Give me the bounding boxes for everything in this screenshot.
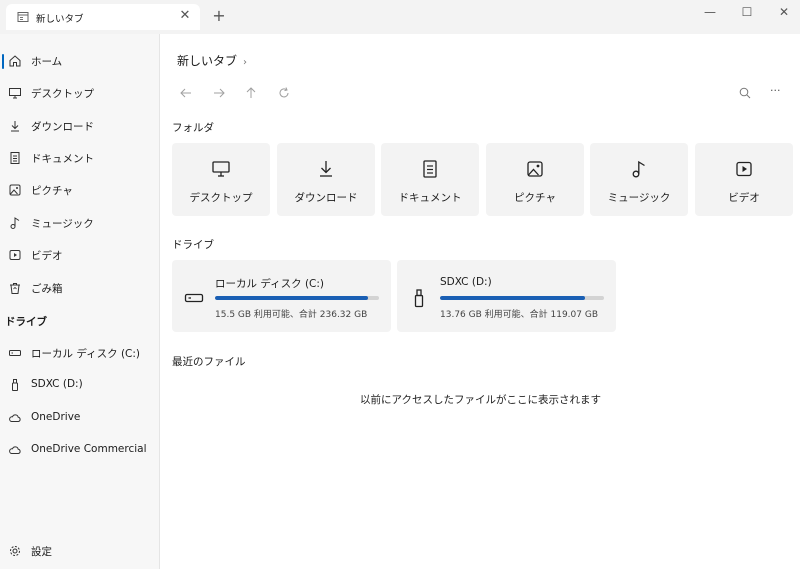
forward-arrow-icon[interactable]: [211, 85, 227, 101]
sidebar-item-label: ミュージック: [31, 218, 94, 230]
sidebar-item-settings[interactable]: 設定: [0, 538, 160, 564]
sidebar-item-home[interactable]: ホーム: [0, 48, 160, 74]
drive-card-local-disk[interactable]: ローカル ディスク (C:) 15.5 GB 利用可能、合計 236.32 GB: [172, 260, 391, 332]
drive-usage-bar: [440, 296, 604, 300]
folder-card-label: ミュージック: [607, 192, 671, 204]
folder-card-documents[interactable]: ドキュメント: [381, 143, 479, 216]
sidebar-section-drives: ドライブ: [5, 316, 47, 328]
video-icon: [736, 161, 752, 177]
drive-name: SDXC (D:): [440, 276, 492, 288]
home-icon: [9, 55, 21, 67]
hard-drive-icon: [9, 350, 21, 356]
sidebar-item-local-disk[interactable]: ローカル ディスク (C:): [0, 340, 160, 366]
drives-heading: ドライブ: [172, 239, 214, 251]
sidebar-item-onedrive-commercial[interactable]: OneDrive Commercial: [0, 437, 160, 463]
sidebar-item-label: ダウンロード: [31, 121, 94, 133]
folder-card-downloads[interactable]: ダウンロード: [277, 143, 375, 216]
video-icon: [9, 250, 21, 260]
sidebar-item-label: デスクトップ: [31, 88, 94, 100]
sidebar-item-label: ピクチャ: [31, 185, 73, 197]
drive-usage-text: 13.76 GB 利用可能、合計 119.07 GB: [440, 310, 598, 320]
cloud-icon: [9, 446, 21, 454]
drive-name: ローカル ディスク (C:): [215, 278, 325, 290]
sidebar-item-label: ごみ箱: [31, 283, 63, 295]
folder-card-pictures[interactable]: ピクチャ: [486, 143, 584, 216]
search-icon[interactable]: [737, 85, 753, 101]
tab-title: 新しいタブ: [36, 14, 84, 25]
sidebar-item-videos[interactable]: ビデオ: [0, 242, 160, 268]
sidebar-item-label: ホーム: [31, 56, 63, 68]
document-icon: [10, 152, 20, 164]
close-window-button[interactable]: ✕: [771, 2, 797, 22]
back-arrow-icon[interactable]: [178, 85, 194, 101]
maximize-button[interactable]: ☐: [734, 2, 760, 22]
folder-card-label: ダウンロード: [294, 192, 358, 204]
minimize-button[interactable]: —: [697, 2, 723, 22]
picture-icon: [527, 161, 543, 177]
recycle-bin-icon: [10, 283, 20, 294]
sidebar-item-recycle-bin[interactable]: ごみ箱: [0, 275, 160, 301]
folder-card-label: デスクトップ: [189, 192, 253, 204]
document-icon: [423, 160, 437, 178]
main-content: 新しいタブ › ··· フォルダ デスクトップ ダウンロード ドキュメント ピクチ…: [161, 34, 800, 569]
usb-drive-icon: [12, 379, 18, 391]
sidebar-item-music[interactable]: ミュージック: [0, 210, 160, 236]
tab-new-tab[interactable]: 新しいタブ ✕: [6, 4, 200, 30]
sidebar-item-label: 設定: [31, 546, 52, 558]
new-tab-button[interactable]: +: [210, 6, 228, 26]
refresh-icon[interactable]: [276, 85, 292, 101]
cloud-icon: [9, 414, 21, 422]
empty-recent-message: 以前にアクセスしたファイルがここに表示されます: [360, 394, 601, 406]
music-icon: [632, 160, 645, 178]
chevron-right-icon[interactable]: ›: [243, 57, 247, 68]
sidebar-item-sdxc[interactable]: SDXC (D:): [0, 372, 160, 398]
folder-card-label: ビデオ: [728, 192, 760, 204]
sidebar-item-label: ローカル ディスク (C:): [31, 348, 141, 360]
up-arrow-icon[interactable]: [243, 85, 259, 101]
sidebar-item-label: OneDrive Commercial: [31, 443, 147, 455]
sidebar-item-label: OneDrive: [31, 411, 81, 423]
sidebar-item-label: ビデオ: [31, 250, 63, 262]
explorer-tab-icon: [17, 12, 29, 22]
breadcrumb-item[interactable]: 新しいタブ: [177, 54, 237, 68]
folder-card-label: ピクチャ: [514, 192, 556, 204]
drive-usage-fill: [440, 296, 585, 300]
drive-usage-text: 15.5 GB 利用可能、合計 236.32 GB: [215, 310, 368, 320]
hard-drive-icon: [184, 293, 204, 303]
tab-close-icon[interactable]: ✕: [178, 9, 192, 23]
sidebar-item-downloads[interactable]: ダウンロード: [0, 113, 160, 139]
folders-heading: フォルダ: [172, 122, 214, 134]
desktop-icon: [212, 161, 230, 177]
folder-card-desktop[interactable]: デスクトップ: [172, 143, 270, 216]
drive-card-sdxc[interactable]: SDXC (D:) 13.76 GB 利用可能、合計 119.07 GB: [397, 260, 616, 332]
desktop-icon: [9, 88, 21, 99]
sidebar-item-onedrive[interactable]: OneDrive: [0, 405, 160, 431]
sidebar: ホーム デスクトップ ダウンロード ドキュメント ピクチャ ミュージック ビデオ…: [0, 34, 160, 569]
breadcrumb[interactable]: 新しいタブ ›: [177, 52, 247, 69]
gear-icon: [10, 546, 20, 556]
usb-drive-icon: [414, 289, 424, 308]
drive-usage-fill: [215, 296, 369, 300]
sidebar-item-label: ドキュメント: [31, 153, 94, 165]
sidebar-item-desktop[interactable]: デスクトップ: [0, 80, 160, 106]
sidebar-item-label: SDXC (D:): [31, 378, 83, 390]
folder-card-videos[interactable]: ビデオ: [695, 143, 793, 216]
folder-card-label: ドキュメント: [398, 192, 462, 204]
drive-usage-bar: [215, 296, 379, 300]
folder-card-music[interactable]: ミュージック: [590, 143, 688, 216]
sidebar-item-documents[interactable]: ドキュメント: [0, 145, 160, 171]
recent-files-heading: 最近のファイル: [172, 356, 246, 368]
title-bar: 新しいタブ ✕ + — ☐ ✕: [0, 0, 800, 34]
download-icon: [11, 121, 19, 132]
sidebar-item-pictures[interactable]: ピクチャ: [0, 177, 160, 203]
picture-icon: [9, 184, 21, 196]
music-icon: [10, 217, 20, 229]
download-icon: [320, 161, 332, 177]
more-options-icon[interactable]: ···: [770, 84, 790, 100]
